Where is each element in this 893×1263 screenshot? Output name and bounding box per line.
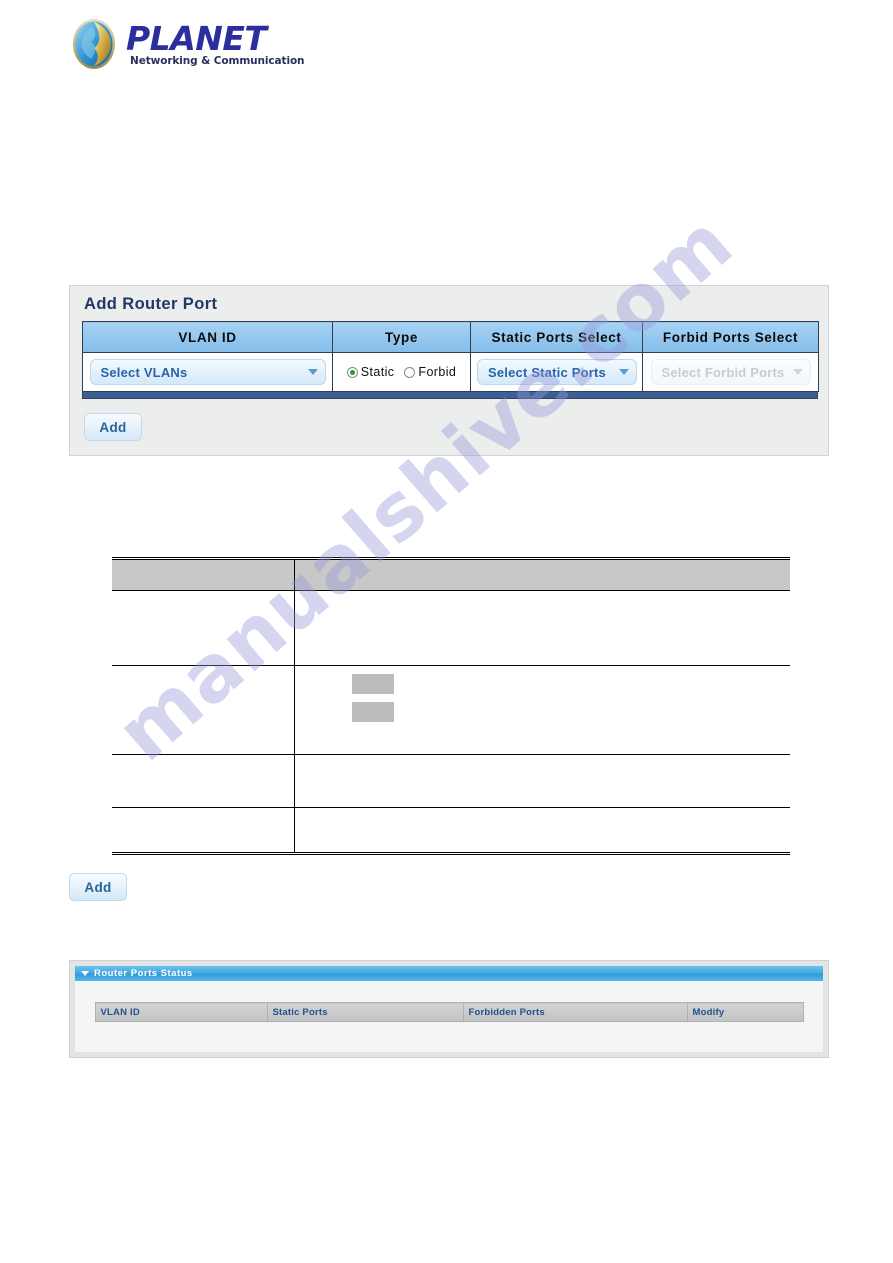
router-ports-status-table: VLAN ID Static Ports Forbidden Ports Mod… [94, 1002, 804, 1022]
description-header-description [294, 558, 790, 591]
status-header-row: VLAN ID Static Ports Forbidden Ports Mod… [94, 1002, 804, 1022]
table-row [112, 665, 790, 755]
radio-forbid[interactable]: Forbid [404, 365, 456, 379]
description-cell-description [294, 808, 790, 854]
radio-static-label: Static [360, 365, 395, 379]
select-vlans-dropdown[interactable]: Select VLANs [89, 359, 326, 385]
table-footer-accent-bar [82, 392, 818, 399]
radio-static-icon[interactable] [346, 366, 358, 378]
radio-forbid-icon[interactable] [404, 366, 416, 378]
status-column-forbidden-ports: Forbidden Ports [462, 1002, 688, 1022]
type-cell: Static Forbid [332, 352, 471, 392]
select-static-ports-dropdown[interactable]: Select Static Ports [477, 359, 637, 385]
column-header-type: Type [332, 321, 471, 353]
status-column-vlan-id: VLAN ID [94, 1002, 268, 1022]
form-header-row: VLAN ID Type Static Ports Select Forbid … [82, 321, 819, 353]
status-column-static-ports: Static Ports [266, 1002, 464, 1022]
router-ports-status-panel: Router Ports Status VLAN ID Static Ports… [69, 960, 829, 1058]
description-cell-object [112, 590, 295, 666]
add-router-port-form-table: VLAN ID Type Static Ports Select Forbid … [82, 321, 819, 392]
panel-add-button-row: Add [84, 413, 816, 441]
status-column-modify: Modify [686, 1002, 804, 1022]
triangle-down-icon[interactable] [81, 971, 89, 976]
description-header-object [112, 558, 295, 591]
router-ports-status-titlebar: Router Ports Status [75, 966, 823, 981]
router-ports-status-inner: Router Ports Status VLAN ID Static Ports… [74, 965, 824, 1053]
description-cell-object [112, 754, 295, 808]
select-static-ports-label: Select Static Ports [488, 364, 606, 380]
standalone-add-button[interactable]: Add [69, 873, 127, 901]
description-cell-description [294, 590, 790, 666]
column-header-static-ports-select: Static Ports Select [470, 321, 643, 353]
inline-image-placeholder [352, 702, 394, 722]
form-input-row: Select VLANs Static Forbid Select Static… [82, 352, 819, 392]
radio-forbid-label: Forbid [418, 365, 457, 379]
radio-static[interactable]: Static [346, 365, 395, 379]
chevron-down-icon [792, 369, 803, 375]
description-cell-object [112, 665, 295, 755]
select-forbid-ports-dropdown: Select Forbid Ports [650, 359, 811, 385]
router-ports-status-title: Router Ports Status [94, 968, 193, 979]
static-ports-cell: Select Static Ports [470, 352, 643, 392]
column-header-forbid-ports-select: Forbid Ports Select [642, 321, 819, 353]
planet-logo: PLANET Networking & Communication [70, 14, 330, 74]
panel-title: Add Router Port [84, 295, 218, 313]
column-header-vlan-id: VLAN ID [82, 321, 333, 353]
logo-brand-text: PLANET [126, 19, 269, 58]
description-header-row [112, 558, 790, 591]
description-table [112, 557, 790, 855]
logo-tagline-text: Networking & Communication [130, 55, 304, 67]
inline-image-placeholder [352, 674, 394, 694]
table-row [112, 590, 790, 666]
table-row [112, 807, 790, 854]
description-cell-object [112, 807, 295, 854]
add-router-port-panel: Add Router Port VLAN ID Type Static Port… [69, 285, 829, 456]
description-table-wrap [112, 557, 790, 855]
planet-globe-icon: PLANET Networking & Communication [73, 19, 305, 69]
description-cell-description [294, 754, 790, 808]
table-row [112, 754, 790, 808]
add-button[interactable]: Add [84, 413, 142, 441]
type-radio-group: Static Forbid [339, 365, 464, 379]
chevron-down-icon [307, 369, 318, 375]
select-forbid-ports-label: Select Forbid Ports [661, 364, 785, 380]
select-vlans-label: Select VLANs [100, 364, 188, 380]
forbid-ports-cell: Select Forbid Ports [642, 352, 819, 392]
vlan-id-cell: Select VLANs [82, 352, 333, 392]
chevron-down-icon [619, 369, 629, 375]
